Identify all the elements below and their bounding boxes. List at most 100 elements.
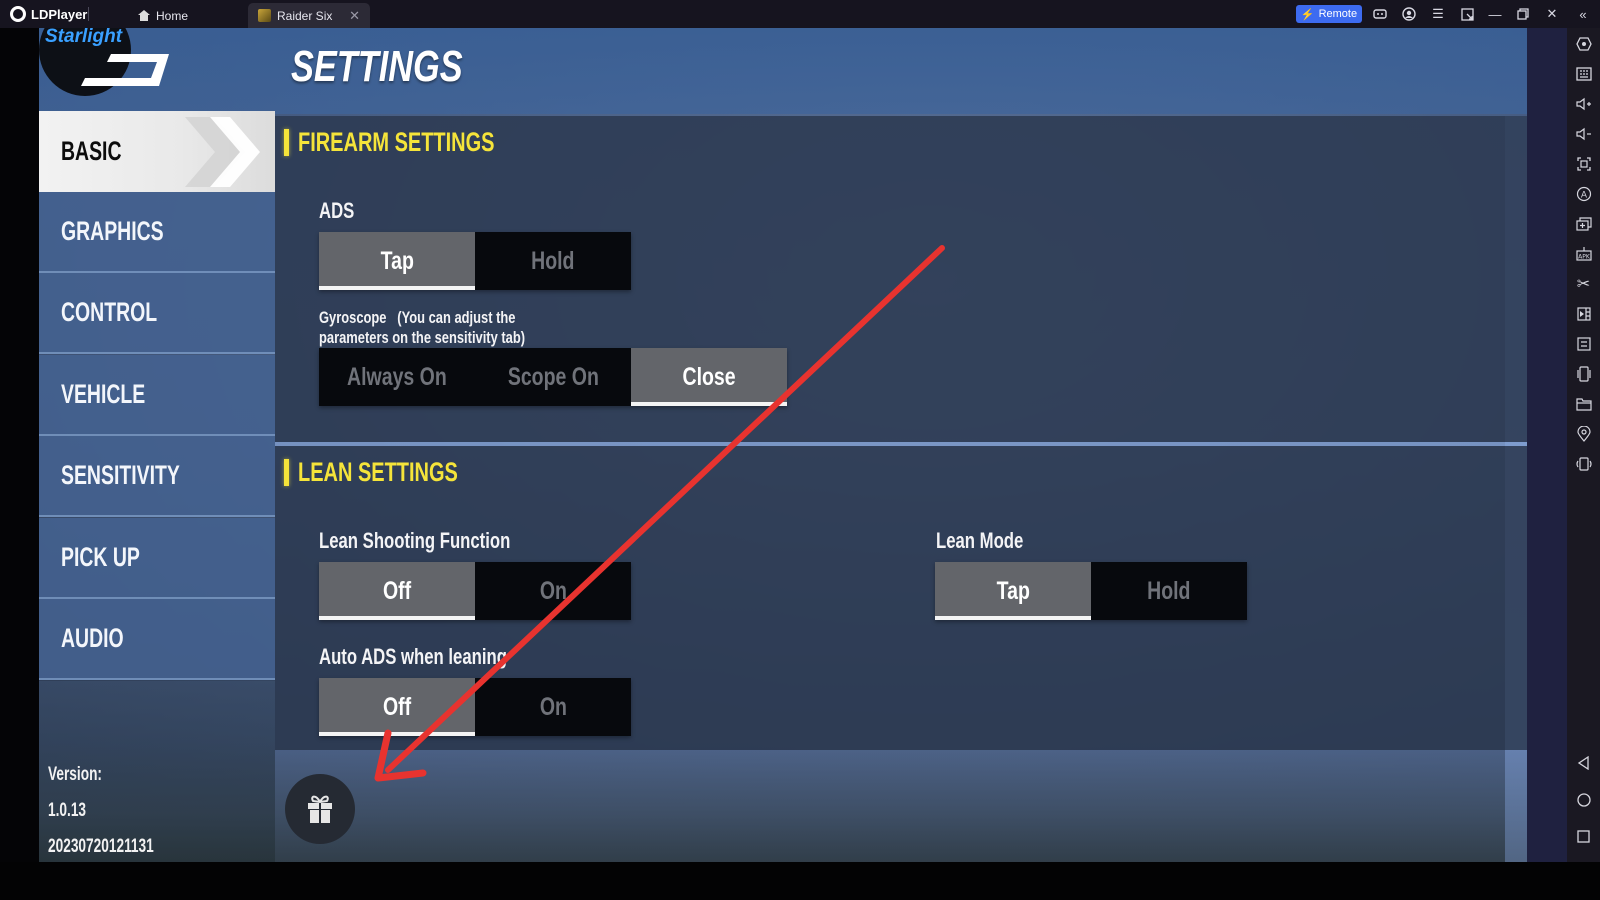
lean-mode-hold-option[interactable]: Hold	[1091, 562, 1247, 620]
app-name: LDPlayer	[31, 6, 88, 22]
recents-icon[interactable]	[1573, 826, 1594, 847]
volume-down-icon[interactable]	[1573, 123, 1594, 144]
lean-shooting-toggle: Off On	[319, 562, 631, 620]
active-chevron-icon	[185, 117, 260, 187]
emulator-frame-strip	[1527, 28, 1567, 862]
lean-mode-label: Lean Mode	[936, 528, 1024, 553]
back-icon[interactable]	[1573, 752, 1594, 773]
gyroscope-label-line1: Gyroscope (You can adjust the	[319, 308, 516, 327]
auto-ads-toggle: Off On	[319, 678, 631, 736]
option-label: Hold	[531, 246, 575, 275]
close-icon[interactable]: ✕	[1542, 4, 1562, 24]
menu-item-basic[interactable]: BASIC	[39, 111, 275, 192]
volume-up-icon[interactable]	[1573, 93, 1594, 114]
option-label: Tap	[380, 246, 414, 275]
option-label: Tap	[996, 576, 1030, 605]
menu-item-graphics[interactable]: GRAPHICS	[39, 192, 275, 273]
version-label: Version:	[48, 764, 102, 785]
page-title: SETTINGS	[291, 42, 463, 91]
resize-icon[interactable]	[1457, 4, 1477, 24]
gift-icon	[308, 795, 332, 823]
game-logo-chevron-icon	[81, 54, 169, 86]
titlebar-divider	[88, 7, 89, 21]
auto-ads-on-option[interactable]: On	[475, 678, 631, 736]
game-viewport: Starlight SETTINGS BASIC GRAPHICS CONTRO…	[39, 28, 1527, 862]
gyroscope-close-option[interactable]: Close	[631, 348, 787, 406]
option-label: Off	[382, 576, 412, 605]
svg-text:A: A	[1580, 190, 1587, 200]
option-label: Close	[682, 362, 736, 391]
ads-label: ADS	[319, 198, 355, 223]
tab-raider-six-label: Raider Six	[277, 8, 333, 23]
lean-shooting-on-option[interactable]: On	[475, 562, 631, 620]
sync-icon[interactable]	[1573, 333, 1594, 354]
menu-item-sensitivity[interactable]: SENSITIVITY	[39, 436, 275, 517]
collapse-sidebar-icon[interactable]: «	[1573, 4, 1593, 24]
lean-shooting-off-option[interactable]: Off	[319, 562, 475, 620]
lean-mode-tap-option[interactable]: Tap	[935, 562, 1091, 620]
gyroscope-label: Gyroscope (You can adjust the parameters…	[319, 308, 525, 348]
ldplayer-logo-icon	[10, 6, 26, 22]
auto-rotate-icon[interactable]: A	[1573, 183, 1594, 204]
lean-shooting-label: Lean Shooting Function	[319, 528, 511, 553]
menu-item-pick-up[interactable]: PICK UP	[39, 518, 275, 599]
option-label: On	[539, 692, 567, 721]
heading-text: FIREARM SETTINGS	[298, 127, 495, 157]
menu-item-label: CONTROL	[61, 297, 158, 327]
home-circle-icon[interactable]	[1573, 789, 1594, 810]
version-number: 1.0.13	[48, 800, 87, 821]
gamepad-icon[interactable]	[1370, 4, 1390, 24]
restore-icon[interactable]	[1513, 4, 1533, 24]
menu-item-vehicle[interactable]: VEHICLE	[39, 355, 275, 436]
menu-item-label: BASIC	[61, 136, 122, 166]
emulator-sidebar: A APK ✂	[1567, 28, 1600, 862]
minimize-icon[interactable]: —	[1485, 4, 1505, 24]
menu-icon[interactable]: ☰	[1428, 4, 1448, 24]
ads-tap-option[interactable]: Tap	[319, 232, 475, 290]
gift-button[interactable]	[285, 774, 355, 844]
rotate-device-icon[interactable]	[1573, 453, 1594, 474]
scissors-icon[interactable]: ✂	[1573, 273, 1594, 294]
auto-ads-off-option[interactable]: Off	[319, 678, 475, 736]
apk-install-icon[interactable]: APK	[1573, 243, 1594, 264]
menu-item-control[interactable]: CONTROL	[39, 273, 275, 354]
tab-home[interactable]: Home	[128, 3, 198, 28]
screenshot-icon[interactable]	[1573, 153, 1594, 174]
tab-close-icon[interactable]: ✕	[349, 8, 360, 24]
streamer-logo-text: Starlight	[45, 28, 123, 47]
settings-header	[39, 28, 1527, 114]
option-label: Hold	[1147, 576, 1191, 605]
heading-accent-bar	[284, 129, 289, 156]
ads-hold-option[interactable]: Hold	[475, 232, 631, 290]
remote-button[interactable]: ⚡ Remote	[1296, 5, 1362, 23]
lightning-icon: ⚡	[1300, 8, 1315, 21]
location-icon[interactable]	[1573, 423, 1594, 444]
tab-raider-six[interactable]: Raider Six ✕	[248, 3, 370, 28]
ldplayer-logo: LDPlayer	[10, 5, 87, 23]
menu-item-label: GRAPHICS	[61, 216, 164, 246]
emulator-titlebar: LDPlayer Home Raider Six ✕ ⚡ Remote ☰ — …	[0, 0, 1600, 28]
lean-settings-panel: LEAN SETTINGS Lean Shooting Function Off…	[275, 446, 1527, 750]
shake-icon[interactable]	[1573, 363, 1594, 384]
folder-icon[interactable]	[1573, 393, 1594, 414]
menu-item-label: VEHICLE	[61, 379, 146, 409]
gyroscope-scope-on-option[interactable]: Scope On	[475, 348, 631, 406]
multi-instance-icon[interactable]	[1573, 213, 1594, 234]
gyroscope-toggle: Always On Scope On Close	[319, 348, 787, 406]
home-icon	[138, 10, 150, 21]
keyboard-icon[interactable]	[1573, 63, 1594, 84]
option-label: Scope On	[507, 362, 599, 391]
panel-bottom-band	[275, 750, 1527, 862]
video-record-icon[interactable]	[1573, 303, 1594, 324]
settings-hex-icon[interactable]	[1573, 33, 1594, 54]
heading-accent-bar	[284, 459, 289, 486]
remote-label: Remote	[1318, 8, 1358, 20]
firearm-settings-heading: FIREARM SETTINGS	[284, 127, 564, 158]
auto-ads-label: Auto ADS when leaning	[319, 644, 507, 669]
gyroscope-always-on-option[interactable]: Always On	[319, 348, 475, 406]
menu-item-label: SENSITIVITY	[61, 460, 180, 490]
menu-item-audio[interactable]: AUDIO	[39, 599, 275, 680]
option-label: On	[539, 576, 567, 605]
account-icon[interactable]	[1399, 4, 1419, 24]
lean-settings-heading: LEAN SETTINGS	[284, 457, 514, 488]
